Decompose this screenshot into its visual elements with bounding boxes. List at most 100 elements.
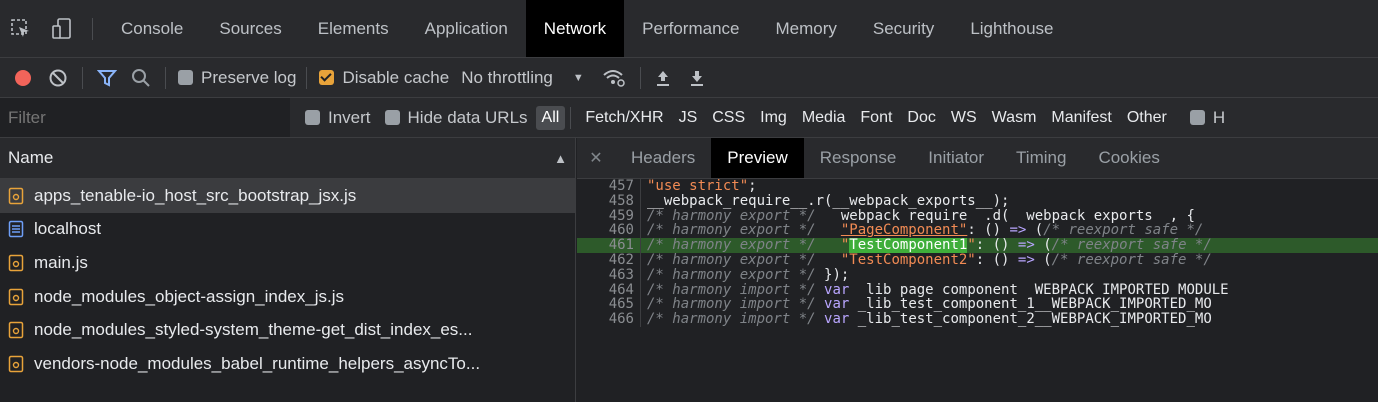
divider bbox=[165, 66, 166, 89]
code-line: 466/* harmony import */ var _lib_test_co… bbox=[577, 312, 1378, 327]
tab-console[interactable]: Console bbox=[103, 0, 201, 57]
line-number: 462 bbox=[577, 252, 641, 268]
filter-type-css[interactable]: CSS bbox=[706, 106, 751, 130]
filter-input[interactable] bbox=[0, 98, 290, 137]
tab-timing[interactable]: Timing bbox=[1000, 138, 1082, 178]
filter-type-media[interactable]: Media bbox=[796, 106, 852, 130]
checkbox-box[interactable] bbox=[1189, 110, 1205, 125]
chevron-down-icon: ▼ bbox=[572, 71, 584, 84]
resource-type-filters: All Fetch/XHR JS CSS Img Media Font Doc WS Wasm Ma… bbox=[535, 105, 1176, 130]
divider bbox=[639, 66, 641, 89]
code-line: 461/* harmony export */ "TestComponent1"… bbox=[577, 238, 1378, 253]
export-har-icon[interactable] bbox=[689, 69, 705, 87]
filter-type-js[interactable]: JS bbox=[673, 106, 704, 130]
triangle-up-icon: ▲ bbox=[554, 150, 567, 166]
request-row[interactable]: localhost bbox=[0, 213, 575, 247]
code-line: 458 __webpack_require__.r(__webpack_expor… bbox=[577, 193, 1378, 209]
device-toolbar-icon[interactable] bbox=[42, 0, 82, 57]
preserve-log-checkbox[interactable]: Preserve log bbox=[178, 68, 296, 88]
code-token: }); bbox=[824, 267, 850, 283]
filter-type-manifest[interactable]: Manifest bbox=[1045, 106, 1117, 130]
divider bbox=[306, 66, 308, 89]
filter-icon[interactable] bbox=[97, 68, 117, 88]
tab-performance[interactable]: Performance bbox=[624, 0, 757, 57]
preview-code: 457 "use strict"; 458 __webpack_require__.r… bbox=[577, 179, 1378, 327]
code-token: ( bbox=[1034, 238, 1052, 253]
filter-type-wasm[interactable]: Wasm bbox=[986, 106, 1043, 130]
code-token: var bbox=[824, 297, 850, 313]
tab-preview[interactable]: Preview bbox=[711, 138, 804, 178]
code-token: _lib_test_component_2__WEBPACK_IMPORTED_… bbox=[849, 312, 1212, 327]
tab-security[interactable]: Security bbox=[855, 0, 952, 57]
record-icon[interactable] bbox=[14, 69, 32, 87]
filter-type-img[interactable]: Img bbox=[754, 106, 793, 130]
request-row[interactable]: node_modules_object-assign_index_js.js bbox=[0, 280, 575, 314]
request-row[interactable]: main.js bbox=[0, 246, 575, 280]
tab-sources[interactable]: Sources bbox=[201, 0, 299, 57]
code-token: /* harmony import */ bbox=[647, 297, 825, 313]
tab-memory[interactable]: Memory bbox=[757, 0, 854, 57]
network-conditions-icon[interactable] bbox=[602, 68, 626, 88]
line-number: 458 bbox=[577, 193, 641, 209]
request-name: vendors-node_modules_babel_runtime_helpe… bbox=[34, 353, 481, 373]
disable-cache-checkbox[interactable]: Disable cache bbox=[319, 68, 449, 88]
code-token: ; bbox=[748, 179, 757, 194]
code-token: /* harmony import */ bbox=[647, 282, 825, 298]
throttling-value: No throttling bbox=[461, 67, 553, 87]
tab-application[interactable]: Application bbox=[407, 0, 526, 57]
filter-type-fetch-xhr[interactable]: Fetch/XHR bbox=[579, 106, 669, 130]
checkbox-box[interactable] bbox=[305, 110, 320, 125]
line-number: 460 bbox=[577, 223, 641, 239]
filter-type-font[interactable]: Font bbox=[854, 106, 898, 130]
checkbox-box[interactable] bbox=[384, 110, 400, 125]
checkbox-box-checked[interactable] bbox=[319, 70, 335, 85]
import-har-icon[interactable] bbox=[655, 69, 671, 87]
hide-data-urls-checkbox[interactable]: Hide data URLs bbox=[384, 107, 528, 128]
code-token: /* reexport safe */ bbox=[1043, 223, 1204, 239]
code-token: var bbox=[824, 312, 850, 327]
script-file-icon bbox=[8, 355, 24, 373]
request-list-panel: Name ▲ apps_tenable-io_host_src_bootstra… bbox=[0, 138, 576, 402]
main-tab-bar: Console Sources Elements Application Network… bbox=[0, 0, 1378, 58]
code-token: _lib_test_component_1__WEBPACK_IMPORTED_… bbox=[849, 297, 1212, 313]
code-token: var bbox=[824, 282, 850, 298]
tab-initiator[interactable]: Initiator bbox=[912, 138, 1000, 178]
filter-type-other[interactable]: Other bbox=[1121, 106, 1173, 130]
name-header-label: Name bbox=[8, 148, 54, 167]
checkbox-box[interactable] bbox=[178, 70, 193, 85]
code-token: : () bbox=[967, 223, 1010, 239]
preserve-log-label: Preserve log bbox=[201, 67, 297, 87]
request-row[interactable]: node_modules_styled-system_theme-get_dis… bbox=[0, 313, 575, 347]
tab-cookies[interactable]: Cookies bbox=[1082, 138, 1175, 178]
search-icon[interactable] bbox=[131, 68, 151, 88]
code-text: /* harmony import */ var _lib_test_compo… bbox=[641, 297, 1212, 312]
code-token: "TestComponent2" bbox=[840, 252, 976, 268]
code-token: /* harmony export */ bbox=[647, 252, 825, 268]
code-token: __webpack_require__.r(__webpack_exports_… bbox=[647, 193, 1010, 209]
tab-lighthouse[interactable]: Lighthouse bbox=[952, 0, 1071, 57]
more-filters-checkbox[interactable]: H bbox=[1189, 108, 1225, 128]
divider bbox=[570, 106, 572, 129]
name-column-header[interactable]: Name ▲ bbox=[0, 138, 575, 179]
tab-elements[interactable]: Elements bbox=[300, 0, 407, 57]
code-text: /* harmony export */ }); bbox=[641, 268, 849, 283]
tab-response[interactable]: Response bbox=[804, 138, 913, 178]
tab-network[interactable]: Network bbox=[525, 0, 625, 57]
throttling-select[interactable]: No throttling ▼ bbox=[461, 68, 584, 88]
inspect-element-icon[interactable] bbox=[0, 0, 42, 57]
invert-checkbox[interactable]: Invert bbox=[305, 108, 371, 128]
code-text: __webpack_require__.r(__webpack_exports_… bbox=[641, 194, 1009, 209]
close-icon[interactable]: ✕ bbox=[577, 148, 615, 168]
main-tabs: Console Sources Elements Application Network… bbox=[103, 0, 1072, 57]
filter-type-all[interactable]: All bbox=[535, 105, 566, 130]
code-line: 462 /* harmony export */ "TestComponent2"… bbox=[577, 252, 1378, 268]
tab-headers[interactable]: Headers bbox=[615, 138, 711, 178]
filter-type-ws[interactable]: WS bbox=[945, 106, 983, 130]
request-row[interactable]: apps_tenable-io_host_src_bootstrap_jsx.j… bbox=[0, 179, 575, 213]
clear-icon[interactable] bbox=[48, 68, 68, 88]
filter-type-doc[interactable]: Doc bbox=[901, 106, 941, 130]
request-details-panel: ✕ Headers Preview Response Initiator Timing C… bbox=[577, 138, 1378, 402]
request-row[interactable]: vendors-node_modules_babel_runtime_helpe… bbox=[0, 347, 575, 381]
hide-data-urls-label: Hide data URLs bbox=[407, 107, 528, 127]
